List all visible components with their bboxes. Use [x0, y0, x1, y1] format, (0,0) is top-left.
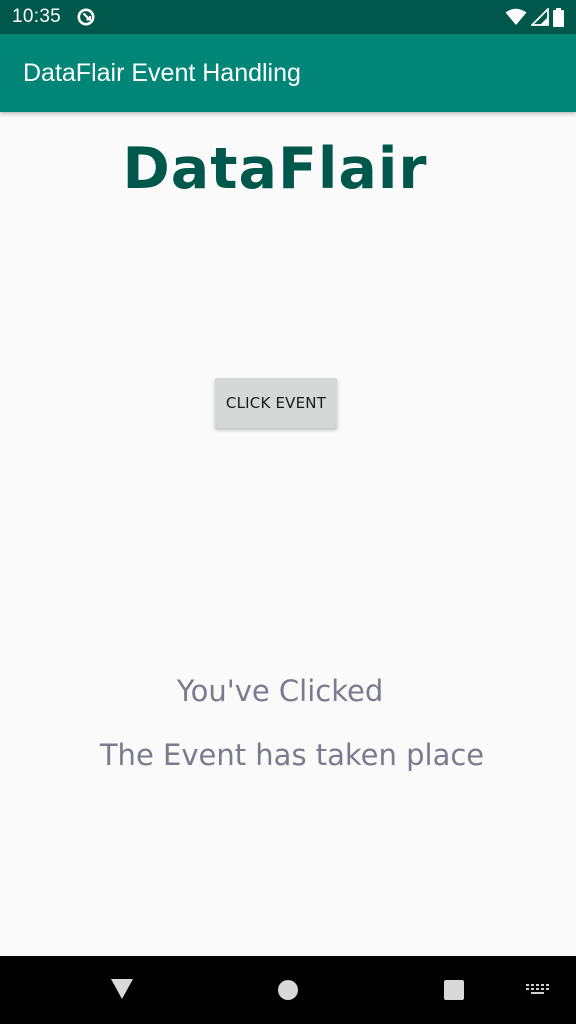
recents-icon[interactable]: [443, 979, 465, 1001]
wifi-icon: [505, 8, 527, 25]
status-icons: [505, 7, 564, 27]
keyboard-icon[interactable]: [526, 984, 550, 998]
app-bar: DataFlair Event Handling: [0, 34, 576, 112]
brand-title: DataFlair: [122, 136, 428, 202]
message-event-taken-place: The Event has taken place: [99, 738, 485, 772]
click-event-button[interactable]: CLICK EVENT: [215, 378, 337, 428]
app-title: DataFlair Event Handling: [23, 59, 301, 87]
status-bar: 10:35: [0, 0, 576, 34]
signal-icon: [531, 8, 549, 26]
message-clicked: You've Clicked: [176, 674, 384, 708]
status-time: 10:35: [12, 6, 62, 27]
back-icon[interactable]: [110, 978, 134, 1000]
data-saver-icon: [77, 8, 95, 26]
navigation-bar: [0, 956, 576, 1024]
battery-icon: [553, 7, 564, 27]
home-icon[interactable]: [277, 979, 299, 1001]
